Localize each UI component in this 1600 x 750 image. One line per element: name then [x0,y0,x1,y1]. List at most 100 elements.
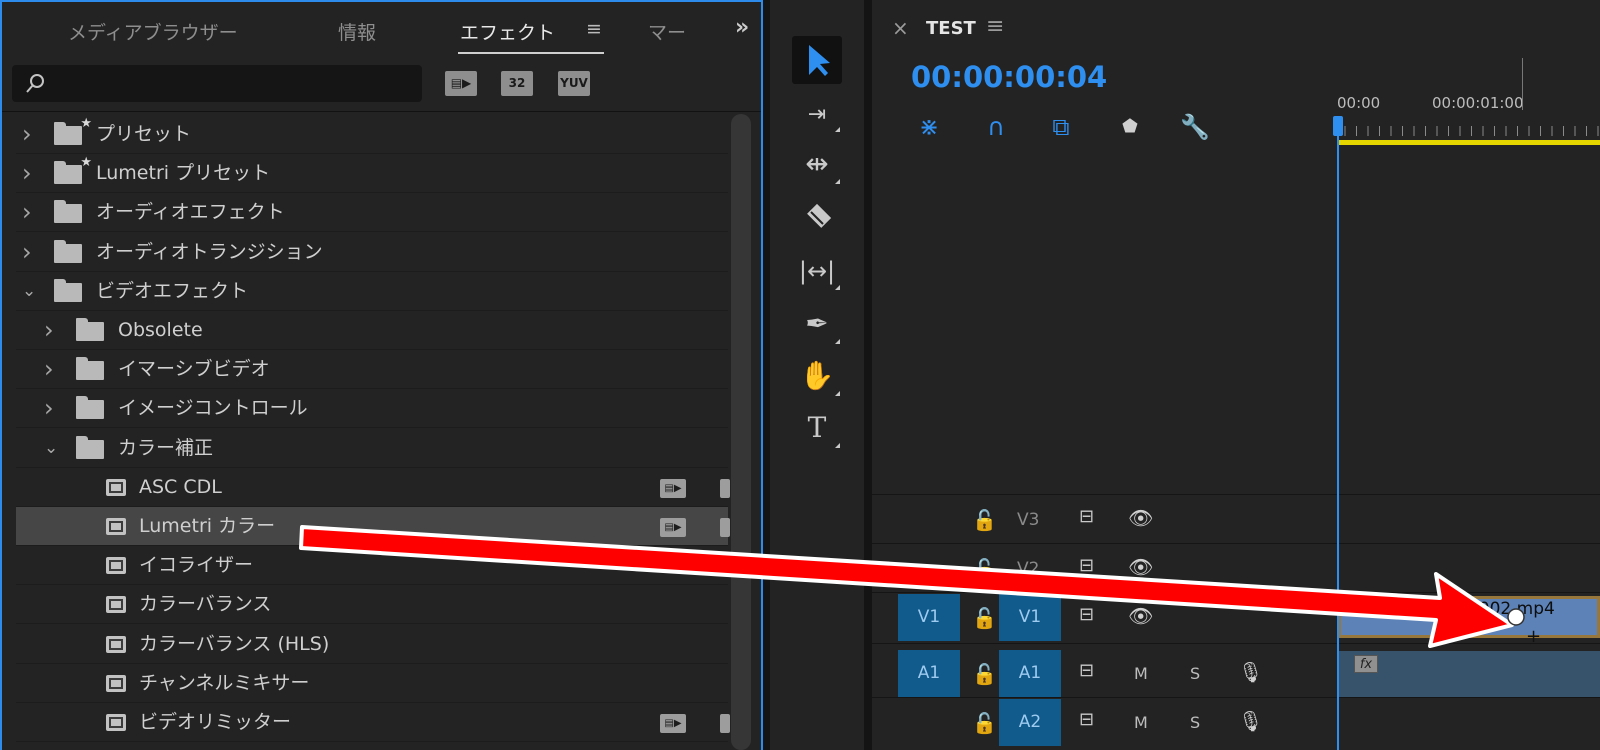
solo-button[interactable]: S [1190,664,1200,683]
folder-icon [76,435,104,459]
panel-gutter[interactable] [864,0,872,750]
sync-lock-icon[interactable]: ⊟ [1079,604,1094,625]
panel-gutter[interactable] [763,0,770,750]
snap-magnet-icon[interactable]: ∩ [979,112,1013,142]
effect-item[interactable]: イコライザー [16,546,728,586]
sync-lock-icon[interactable]: ⊟ [1079,506,1094,527]
hand-tool-button[interactable]: ✋ [792,352,842,400]
playhead-timecode[interactable]: 00:00:00:04 [911,60,1107,94]
divider [2,111,761,112]
razor-tool-button[interactable] [792,194,842,242]
effect-item[interactable]: チャンネルミキサー [16,664,728,703]
effect-icon [106,674,126,692]
eye-icon[interactable]: 👁 [1128,555,1153,579]
track-select-forward-tool-button[interactable]: ⇥ [792,88,842,136]
effect-item[interactable]: カラーバランス (HLS) [16,625,728,664]
effect-item[interactable]: ▤▶ Lumetri カラー [16,507,730,546]
effect-folder[interactable]: › オーディオトランジション [16,233,728,272]
track-divider [872,697,1600,698]
lock-icon[interactable]: 🔓 [972,662,997,686]
track-target-v1[interactable]: V1 [999,594,1061,641]
lock-icon[interactable]: 🔓 [972,606,997,630]
chevron-right-icon[interactable]: › [22,233,32,272]
eye-icon[interactable]: 👁 [1128,506,1153,530]
fx-badge-icon: fx [1354,655,1378,673]
chevron-right-icon[interactable]: › [44,311,54,350]
chevron-right-icon[interactable]: › [44,389,54,428]
lock-icon[interactable]: 🔓 [972,508,997,532]
effect-folder[interactable]: › オーディオエフェクト [16,193,728,233]
add-marker-icon[interactable]: ⬟ [1113,112,1147,142]
solo-button[interactable]: S [1190,713,1200,732]
effects-scrollbar[interactable] [731,114,751,750]
yuv-effects-filter-button[interactable]: YUV [558,71,590,96]
chevron-right-icon[interactable]: › [22,115,32,154]
time-ruler[interactable]: 00:00 00:00:01:00 [1337,58,1600,144]
pen-icon: ✒ [805,307,829,340]
audio-clip[interactable]: fx [1338,651,1600,697]
sequence-tab-title[interactable]: TEST [926,18,976,39]
type-tool-button[interactable]: T [792,404,842,452]
eye-icon[interactable]: 👁 [1128,604,1153,628]
tab-info[interactable]: 情報 [338,18,376,45]
sync-lock-icon[interactable]: ⊟ [1079,555,1094,576]
track-target-a1[interactable]: A1 [999,650,1061,697]
timeline-settings-wrench-icon[interactable]: 🔧 [1178,112,1212,142]
accelerated-effects-filter-button[interactable]: ▤▶ [445,71,477,96]
mute-button[interactable]: M [1134,713,1148,732]
effect-folder[interactable]: › ★ プリセット [16,115,728,154]
mute-button[interactable]: M [1134,664,1148,683]
effect-icon [106,518,126,535]
slip-tool-button[interactable]: |↔| [792,246,842,294]
slip-icon: |↔| [798,257,836,285]
ripple-edit-tool-button[interactable]: ⇹ [792,140,842,188]
pen-tool-button[interactable]: ✒ [792,300,842,348]
insert-nest-toggle-icon[interactable]: ⋇ [912,112,946,142]
chevron-right-icon[interactable]: › [22,154,32,193]
tab-media-browser[interactable]: メディアブラウザー [68,18,238,45]
video-clip[interactable]: TEST_FILE002.mp4 [1338,596,1600,638]
lock-icon[interactable]: 🔓 [972,557,997,581]
selection-tool-button[interactable] [792,36,842,84]
sync-lock-icon[interactable]: ⊟ [1079,660,1094,681]
effect-item[interactable]: ▤▶ ASC CDL [16,468,730,507]
32bit-effects-filter-button[interactable]: 32 [501,71,533,96]
effect-folder[interactable]: › ★ Lumetri プリセット [16,154,728,194]
effect-item[interactable]: カラーバランス [16,585,728,625]
chevron-right-icon[interactable]: › [22,193,32,232]
linked-selection-icon[interactable]: ⧉ [1044,112,1078,142]
sequence-menu-icon[interactable]: ≡ [986,14,1004,39]
panel-menu-icon[interactable]: ≡ [586,18,602,40]
folder-icon [76,318,104,341]
source-patch-a1[interactable]: A1 [898,650,960,697]
tab-effects[interactable]: エフェクト [460,18,555,45]
effect-item[interactable]: ▤▶ ビデオリミッター [16,703,730,742]
effect-folder[interactable]: ⌄ カラー補正 [16,429,728,468]
playhead-handle[interactable] [1333,116,1343,136]
tabs-overflow-icon[interactable]: » [735,15,749,40]
chevron-down-icon[interactable]: ⌄ [44,429,58,468]
effect-folder[interactable]: › イメージコントロール [16,389,728,429]
effect-folder[interactable]: ⌄ ビデオエフェクト [16,272,728,311]
search-icon [26,74,44,93]
chevron-down-icon[interactable]: ⌄ [22,272,36,311]
close-sequence-icon[interactable]: × [892,16,909,40]
microphone-icon[interactable]: 🎙 [1238,660,1263,684]
playhead-line[interactable] [1337,118,1339,750]
timeline-panel: × TEST ≡ 00:00:00:04 ⋇ ∩ ⧉ ⬟ 🔧 00:00 00:… [872,0,1600,750]
source-patch-v1[interactable]: V1 [898,594,960,641]
effects-panel: メディアブラウザー 情報 エフェクト ≡ マー » ▤▶ 32 YUV › ★ プリ… [0,0,763,750]
lock-icon[interactable]: 🔓 [972,711,997,735]
microphone-icon[interactable]: 🎙 [1238,709,1263,733]
ruler-major-tick [1522,58,1523,110]
tab-markers[interactable]: マー [648,18,686,45]
track-target-a2[interactable]: A2 [999,699,1061,746]
track-divider [872,643,1600,644]
effect-folder[interactable]: › Obsolete [16,311,728,350]
chevron-right-icon[interactable]: › [44,350,54,389]
work-area-bar[interactable] [1339,140,1600,145]
effect-folder[interactable]: › イマーシブビデオ [16,350,728,390]
sync-lock-icon[interactable]: ⊟ [1079,709,1094,730]
tree-item-label: カラーバランス (HLS) [139,632,330,655]
effects-search-input[interactable] [12,65,422,102]
